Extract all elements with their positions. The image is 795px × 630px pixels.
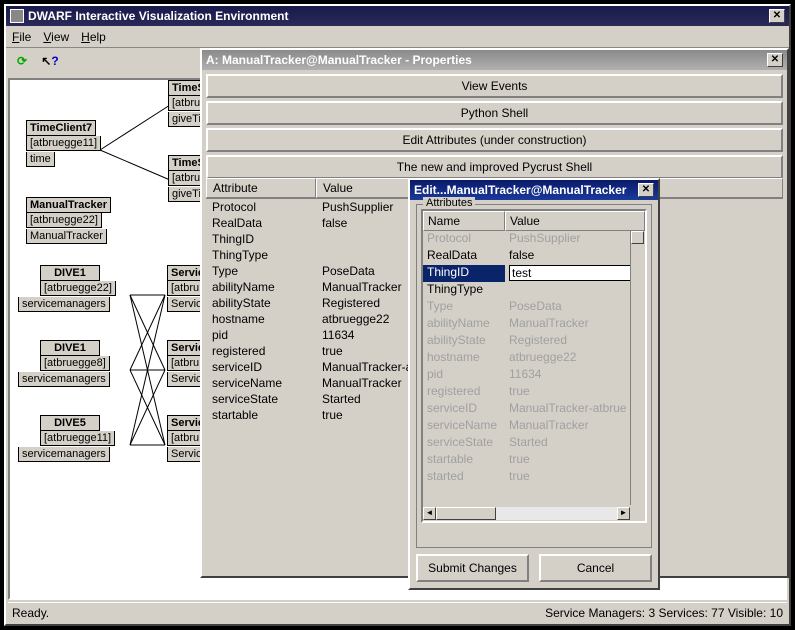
table-row[interactable]: RealDatafalse bbox=[423, 248, 645, 265]
table-row[interactable]: hostnameatbruegge22 bbox=[423, 350, 645, 367]
col-name[interactable]: Name bbox=[423, 211, 505, 231]
menu-file[interactable]: File bbox=[12, 30, 31, 44]
node-host[interactable]: [atbru bbox=[168, 171, 204, 186]
table-row[interactable]: abilityStateRegistered bbox=[423, 333, 645, 350]
table-row[interactable]: startedtrue bbox=[423, 469, 645, 486]
col-value[interactable]: Value bbox=[505, 211, 645, 231]
tab-pycrust-shell[interactable]: The new and improved Pycrust Shell bbox=[206, 155, 783, 179]
edit-title: Edit...ManualTracker@ManualTracker bbox=[414, 183, 626, 197]
help-pointer-icon[interactable]: ↖? bbox=[40, 51, 60, 71]
status-right: Service Managers: 3 Services: 77 Visible… bbox=[545, 606, 783, 620]
node-host[interactable]: [atbruegge11] bbox=[40, 431, 115, 446]
cancel-button[interactable]: Cancel bbox=[539, 554, 652, 582]
menu-help[interactable]: Help bbox=[81, 30, 106, 44]
node-svc[interactable]: servicemanagers bbox=[18, 447, 110, 462]
table-row[interactable]: TypePoseData bbox=[423, 299, 645, 316]
value-input[interactable] bbox=[509, 265, 645, 281]
menu-view[interactable]: View bbox=[43, 30, 69, 44]
col-attribute[interactable]: Attribute bbox=[206, 178, 316, 198]
close-icon[interactable]: ✕ bbox=[767, 53, 783, 67]
group-legend: Attributes bbox=[423, 197, 475, 209]
table-row[interactable] bbox=[423, 486, 645, 503]
close-icon[interactable]: ✕ bbox=[638, 183, 654, 197]
node-svc[interactable]: servicemanagers bbox=[18, 372, 110, 387]
node-dive1[interactable]: DIVE1 bbox=[40, 265, 100, 281]
node-host[interactable]: [atbruegge22] bbox=[40, 281, 116, 296]
table-row[interactable]: pid11634 bbox=[423, 367, 645, 384]
node-svc[interactable]: time bbox=[26, 152, 55, 167]
tab-python-shell[interactable]: Python Shell bbox=[206, 101, 783, 125]
node-svc[interactable]: ManualTracker bbox=[26, 229, 107, 244]
node-dive5[interactable]: DIVE5 bbox=[40, 415, 100, 431]
table-row[interactable]: serviceNameManualTracker bbox=[423, 418, 645, 435]
attributes-group: Attributes Name Value ProtocolPushSuppli… bbox=[416, 204, 652, 548]
submit-button[interactable]: Submit Changes bbox=[416, 554, 529, 582]
node-host[interactable]: [atbru bbox=[168, 96, 204, 111]
node-host[interactable]: [atbru bbox=[167, 431, 203, 446]
main-title: DWARF Interactive Visualization Environm… bbox=[28, 9, 289, 23]
table-row[interactable]: ProtocolPushSupplier bbox=[423, 231, 645, 248]
table-row[interactable]: startabletrue bbox=[423, 452, 645, 469]
menubar: File View Help bbox=[6, 26, 789, 48]
node-host[interactable]: [atbru bbox=[167, 356, 203, 371]
node-svc[interactable]: servicemanagers bbox=[18, 297, 110, 312]
table-row[interactable]: serviceStateStarted bbox=[423, 435, 645, 452]
properties-title: A: ManualTracker@ManualTracker - Propert… bbox=[206, 53, 472, 67]
app-icon bbox=[10, 9, 24, 23]
node-timeclient7[interactable]: TimeClient7 bbox=[26, 120, 96, 136]
tab-edit-attributes[interactable]: Edit Attributes (under construction) bbox=[206, 128, 783, 152]
scrollbar-vertical[interactable] bbox=[630, 231, 645, 505]
table-row[interactable]: ThingType bbox=[423, 282, 645, 299]
table-row[interactable]: abilityNameManualTracker bbox=[423, 316, 645, 333]
table-row[interactable]: serviceIDManualTracker-atbrue bbox=[423, 401, 645, 418]
node-manualtracker[interactable]: ManualTracker bbox=[26, 197, 111, 213]
status-left: Ready. bbox=[12, 606, 49, 620]
properties-titlebar[interactable]: A: ManualTracker@ManualTracker - Propert… bbox=[202, 50, 787, 70]
node-host[interactable]: [atbruegge11] bbox=[26, 136, 101, 151]
node-host[interactable]: [atbru bbox=[167, 281, 203, 296]
node-dive1b[interactable]: DIVE1 bbox=[40, 340, 100, 356]
status-bar: Ready. Service Managers: 3 Services: 77 … bbox=[8, 602, 787, 622]
tab-view-events[interactable]: View Events bbox=[206, 74, 783, 98]
edit-dialog: Edit...ManualTracker@ManualTracker ✕ Att… bbox=[408, 178, 660, 590]
close-icon[interactable]: ✕ bbox=[769, 9, 785, 23]
node-host[interactable]: [atbruegge8] bbox=[40, 356, 110, 371]
refresh-icon[interactable]: ⟳ bbox=[12, 51, 32, 71]
node-host[interactable]: [atbruegge22] bbox=[26, 213, 102, 228]
main-titlebar[interactable]: DWARF Interactive Visualization Environm… bbox=[6, 6, 789, 26]
scrollbar-horizontal[interactable]: ◄► bbox=[423, 506, 630, 521]
table-row[interactable]: ThingID bbox=[423, 265, 645, 282]
table-row[interactable]: registeredtrue bbox=[423, 384, 645, 401]
